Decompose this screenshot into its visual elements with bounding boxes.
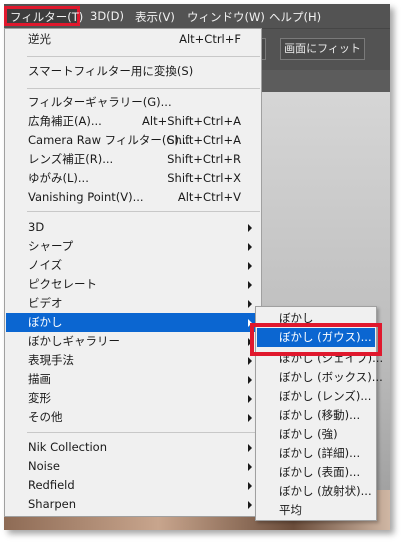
gaussian-blur-highlight-box bbox=[250, 323, 382, 356]
filter-menu: 逆光 Alt+Ctrl+F スマートフィルター用に変換(S) フィルターギャラリ… bbox=[4, 28, 262, 517]
submenu-arrow-icon bbox=[248, 482, 252, 490]
menu-item-label: ぼかし bbox=[28, 315, 63, 329]
menu-item-noise[interactable]: ノイズ bbox=[6, 256, 261, 275]
submenu-item-label: ぼかし (レンズ)... bbox=[279, 389, 372, 403]
menu-item-label: Camera Raw フィルター(C)... bbox=[28, 133, 190, 147]
menu-item-convert-smart-filter[interactable]: スマートフィルター用に変換(S) bbox=[6, 62, 261, 81]
menu-item-liquify[interactable]: ゆがみ(L)... Shift+Ctrl+X bbox=[6, 169, 261, 188]
menu-filter[interactable]: フィルター(T) bbox=[10, 9, 83, 25]
menu-item-shortcut: Alt+Shift+Ctrl+A bbox=[142, 114, 241, 128]
menu-item-3d[interactable]: 3D bbox=[6, 218, 261, 237]
submenu-arrow-icon bbox=[248, 395, 252, 403]
menu-item-stylize[interactable]: 表現手法 bbox=[6, 351, 261, 370]
menu-separator bbox=[27, 432, 260, 433]
menu-item-label: 表現手法 bbox=[28, 353, 74, 367]
menu-help[interactable]: ヘルプ(H) bbox=[269, 9, 321, 25]
submenu-item-surface-blur[interactable]: ぼかし (表面)... bbox=[257, 463, 375, 482]
submenu-item-radial-blur[interactable]: ぼかし (放射状)... bbox=[257, 482, 375, 501]
submenu-item-average[interactable]: 平均 bbox=[257, 501, 375, 520]
menu-item-redfield[interactable]: Redfield bbox=[6, 476, 261, 495]
menu-item-pixelate[interactable]: ピクセレート bbox=[6, 275, 261, 294]
menu-window[interactable]: ウィンドウ(W) bbox=[187, 9, 265, 25]
submenu-arrow-icon bbox=[248, 376, 252, 384]
submenu-item-motion-blur[interactable]: ぼかし (移動)... bbox=[257, 406, 375, 425]
menu-item-vanishing-point[interactable]: Vanishing Point(V)... Alt+Ctrl+V bbox=[6, 188, 261, 207]
menu-bar: フィルター(T) 3D(D) 表示(V) ウィンドウ(W) ヘルプ(H) bbox=[4, 4, 390, 28]
menu-item-label: ゆがみ(L)... bbox=[28, 171, 89, 185]
menu-item-label: 変形 bbox=[28, 391, 51, 405]
submenu-arrow-icon bbox=[248, 414, 252, 422]
menu-item-label: 逆光 bbox=[28, 32, 51, 46]
menu-item-label: ぼかしギャラリー bbox=[28, 334, 120, 348]
menu-item-label: スマートフィルター用に変換(S) bbox=[28, 64, 194, 78]
submenu-arrow-icon bbox=[248, 300, 252, 308]
menu-item-blur-gallery[interactable]: ぼかしギャラリー bbox=[6, 332, 261, 351]
menu-item-label: ノイズ bbox=[28, 258, 63, 272]
submenu-item-label: ぼかし (移動)... bbox=[279, 408, 361, 422]
menu-item-label: レンズ補正(R)... bbox=[28, 152, 114, 166]
menu-item-render[interactable]: 描画 bbox=[6, 370, 261, 389]
menu-item-label: ピクセレート bbox=[28, 277, 97, 291]
menu-item-other[interactable]: その他 bbox=[6, 408, 261, 427]
submenu-item-lens-blur[interactable]: ぼかし (レンズ)... bbox=[257, 387, 375, 406]
menu-item-label: 広角補正(A)... bbox=[28, 114, 102, 128]
menu-item-label: Noise bbox=[28, 459, 60, 473]
menu-3d[interactable]: 3D(D) bbox=[90, 9, 124, 23]
submenu-item-box-blur[interactable]: ぼかし (ボックス)... bbox=[257, 368, 383, 387]
menu-separator bbox=[27, 88, 260, 89]
menu-item-shortcut: Alt+Ctrl+V bbox=[177, 190, 241, 204]
menu-item-label: Redfield bbox=[28, 478, 75, 492]
menu-item-blur[interactable]: ぼかし bbox=[6, 313, 261, 332]
menu-item-label: フィルターギャラリー(G)... bbox=[28, 95, 172, 109]
menu-item-shortcut: Shift+Ctrl+X bbox=[167, 171, 241, 185]
menu-item-label: ビデオ bbox=[28, 296, 63, 310]
submenu-item-label: ぼかし (表面)... bbox=[279, 465, 361, 479]
menu-item-shortcut: Alt+Ctrl+F bbox=[179, 32, 241, 46]
menu-item-sharpen[interactable]: シャープ bbox=[6, 237, 261, 256]
submenu-arrow-icon bbox=[248, 501, 252, 509]
submenu-arrow-icon bbox=[248, 463, 252, 471]
menu-item-shortcut: Shift+Ctrl+A bbox=[167, 133, 241, 147]
menu-item-video[interactable]: ビデオ bbox=[6, 294, 261, 313]
menu-item-label: 3D bbox=[28, 220, 45, 234]
fit-screen-button[interactable]: 画面にフィット bbox=[280, 38, 365, 60]
menu-item-distort[interactable]: 変形 bbox=[6, 389, 261, 408]
menu-item-backlight[interactable]: 逆光 Alt+Ctrl+F bbox=[6, 30, 261, 49]
photoshop-window: フィルター(T) 3D(D) 表示(V) ウィンドウ(W) ヘルプ(H) 画面に… bbox=[4, 4, 390, 530]
submenu-item-label: ぼかし (強) bbox=[279, 427, 338, 441]
menu-separator bbox=[27, 56, 260, 57]
submenu-arrow-icon bbox=[248, 281, 252, 289]
menu-separator bbox=[27, 211, 260, 212]
menu-item-nik-collection[interactable]: Nik Collection bbox=[6, 438, 261, 457]
menu-item-label: Nik Collection bbox=[28, 440, 107, 454]
menu-item-label: 描画 bbox=[28, 372, 51, 386]
submenu-item-label: ぼかし (放射状)... bbox=[279, 484, 372, 498]
menu-item-filter-gallery[interactable]: フィルターギャラリー(G)... bbox=[6, 93, 261, 112]
submenu-item-label: ぼかし (詳細)... bbox=[279, 446, 361, 460]
menu-item-camera-raw[interactable]: Camera Raw フィルター(C)... Shift+Ctrl+A bbox=[6, 131, 261, 150]
submenu-arrow-icon bbox=[248, 444, 252, 452]
menu-item-adaptive-wide-angle[interactable]: 広角補正(A)... Alt+Shift+Ctrl+A bbox=[6, 112, 261, 131]
menu-view[interactable]: 表示(V) bbox=[135, 9, 175, 25]
menu-item-lens-correction[interactable]: レンズ補正(R)... Shift+Ctrl+R bbox=[6, 150, 261, 169]
menu-item-label: Vanishing Point(V)... bbox=[28, 190, 144, 204]
menu-item-label: シャープ bbox=[28, 239, 74, 253]
menu-item-label: Sharpen bbox=[28, 497, 77, 511]
submenu-arrow-icon bbox=[248, 357, 252, 365]
menu-item-noise-plugin[interactable]: Noise bbox=[6, 457, 261, 476]
submenu-item-label: 平均 bbox=[279, 503, 302, 517]
menu-item-sharpen-plugin[interactable]: Sharpen bbox=[6, 495, 261, 514]
submenu-arrow-icon bbox=[248, 243, 252, 251]
menu-item-shortcut: Shift+Ctrl+R bbox=[167, 152, 241, 166]
submenu-item-smart-blur[interactable]: ぼかし (詳細)... bbox=[257, 444, 375, 463]
submenu-arrow-icon bbox=[248, 262, 252, 270]
menu-item-label: その他 bbox=[28, 410, 63, 424]
submenu-arrow-icon bbox=[248, 224, 252, 232]
submenu-item-blur-more[interactable]: ぼかし (強) bbox=[257, 425, 375, 444]
submenu-item-label: ぼかし (ボックス)... bbox=[279, 370, 383, 384]
